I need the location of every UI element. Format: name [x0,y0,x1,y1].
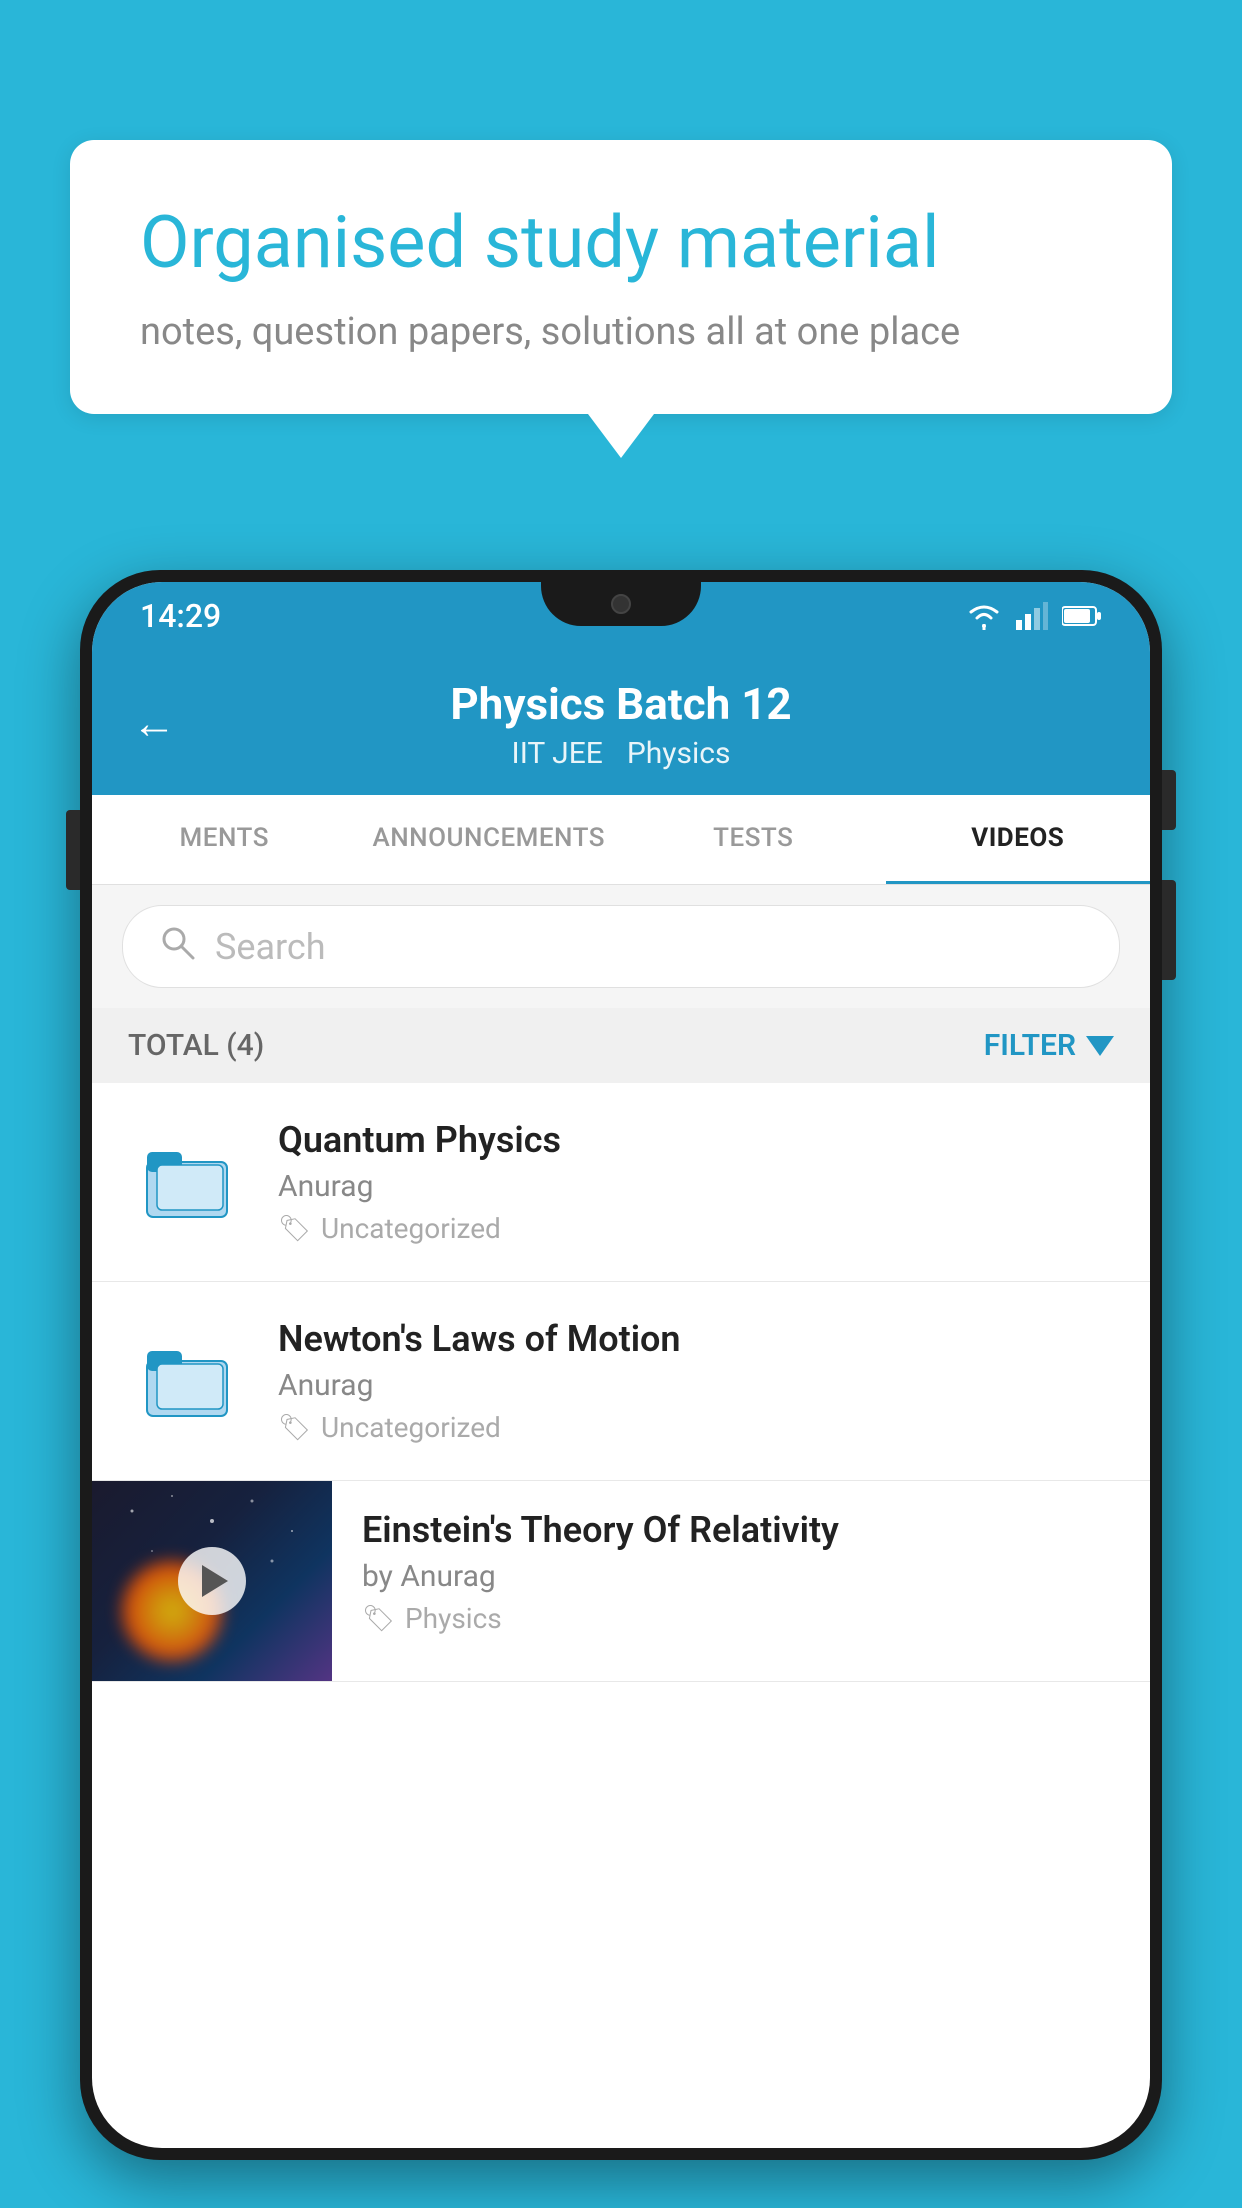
video-tag-2: Uncategorized [321,1411,501,1444]
header-title: Physics Batch 12 [450,678,791,730]
header-tag-iit: IIT JEE [512,736,603,771]
play-button[interactable] [178,1547,246,1615]
signal-icon [1016,602,1048,630]
video-author-1: Anurag [278,1169,1110,1204]
list-item[interactable]: Einstein's Theory Of Relativity by Anura… [92,1481,1150,1682]
app-header: ← Physics Batch 12 IIT JEE Physics [92,650,1150,795]
video-author-2: Anurag [278,1368,1110,1403]
header-tags: IIT JEE Physics [512,736,731,771]
search-box[interactable]: Search [122,905,1120,988]
status-bar: 14:29 [92,582,1150,650]
video-tag-row-2: 🏷 Uncategorized [278,1411,1110,1444]
search-icon [159,924,195,969]
einstein-tag: Physics [405,1602,502,1635]
video-info-2: Newton's Laws of Motion Anurag 🏷 Uncateg… [278,1318,1110,1444]
speech-bubble: Organised study material notes, question… [70,140,1172,414]
list-item[interactable]: Quantum Physics Anurag 🏷 Uncategorized [92,1083,1150,1282]
folder-icon [142,1336,232,1426]
phone-outer: 14:29 [80,570,1162,2160]
tab-tests[interactable]: TESTS [621,795,886,884]
tag-icon-2: 🏷 [278,1413,311,1443]
search-placeholder: Search [215,926,326,968]
einstein-thumbnail [92,1481,332,1681]
video-info-1: Quantum Physics Anurag 🏷 Uncategorized [278,1119,1110,1245]
video-tag-1: Uncategorized [321,1212,501,1245]
video-title-2: Newton's Laws of Motion [278,1318,1110,1360]
tabs-bar: MENTS ANNOUNCEMENTS TESTS VIDEOS [92,795,1150,885]
tag-icon-3: 🏷 [362,1604,395,1634]
total-count: TOTAL (4) [128,1028,264,1063]
speech-bubble-container: Organised study material notes, question… [70,140,1172,414]
video-list: Quantum Physics Anurag 🏷 Uncategorized [92,1083,1150,1682]
volume-button [66,810,80,890]
power-button-bottom [1162,880,1176,980]
einstein-info: Einstein's Theory Of Relativity by Anura… [332,1481,1150,1663]
folder-icon [142,1137,232,1227]
folder-thumbnail-1 [132,1127,242,1237]
play-icon [202,1565,228,1597]
tab-announcements[interactable]: ANNOUNCEMENTS [357,795,622,884]
search-container: Search [92,885,1150,1008]
filter-label: FILTER [984,1028,1076,1063]
einstein-tag-row: 🏷 Physics [362,1602,1120,1635]
einstein-author: by Anurag [362,1559,1120,1594]
status-icons [966,602,1102,630]
power-button-top [1162,770,1176,830]
filter-row: TOTAL (4) FILTER [92,1008,1150,1083]
battery-icon [1062,605,1102,627]
filter-button[interactable]: FILTER [984,1028,1114,1063]
bubble-subtitle: notes, question papers, solutions all at… [140,310,1102,354]
phone-screen: 14:29 [92,582,1150,2148]
filter-icon [1086,1036,1114,1056]
bubble-title: Organised study material [140,200,1102,286]
tab-ments[interactable]: MENTS [92,795,357,884]
folder-thumbnail-2 [132,1326,242,1436]
einstein-title: Einstein's Theory Of Relativity [362,1509,1120,1551]
notch [541,582,701,626]
status-time: 14:29 [140,597,221,635]
phone-wrapper: 14:29 [80,570,1162,2208]
tag-icon-1: 🏷 [278,1214,311,1244]
video-title-1: Quantum Physics [278,1119,1110,1161]
video-tag-row-1: 🏷 Uncategorized [278,1212,1110,1245]
camera [611,594,631,614]
back-button[interactable]: ← [132,697,176,749]
list-item[interactable]: Newton's Laws of Motion Anurag 🏷 Uncateg… [92,1282,1150,1481]
wifi-icon [966,602,1002,630]
header-tag-physics: Physics [627,736,731,771]
tab-videos[interactable]: VIDEOS [886,795,1151,884]
